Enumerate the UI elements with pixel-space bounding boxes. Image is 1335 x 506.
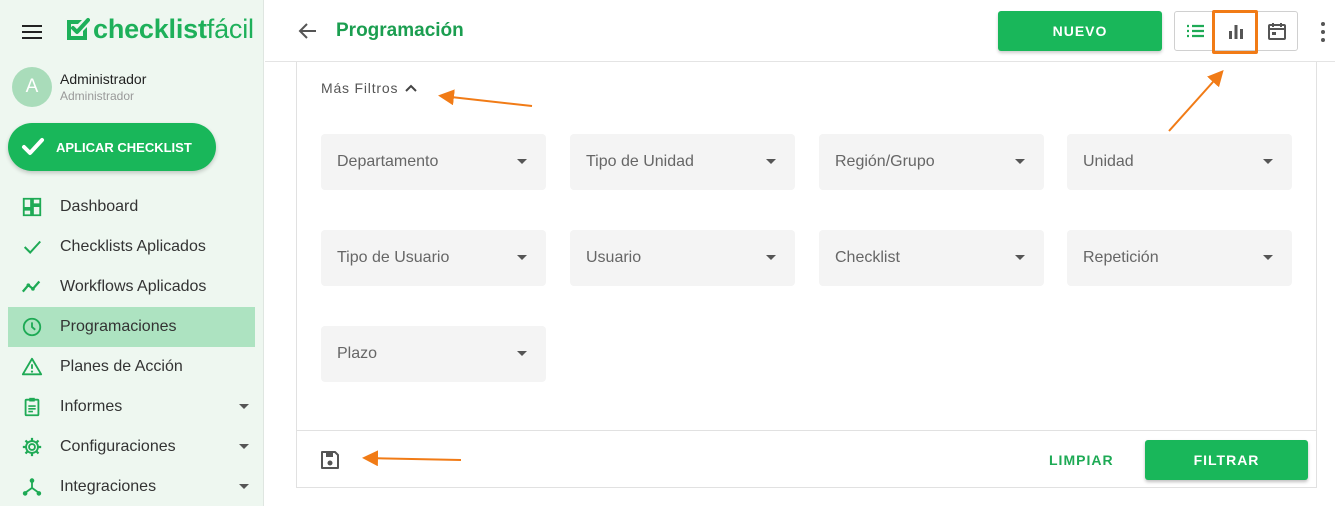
dropdown-arrow-icon [1015,255,1025,260]
field-placeholder: Región/Grupo [835,153,935,170]
warning-icon [20,355,44,379]
sidebar-item-label: Workflows Aplicados [60,278,207,295]
more-options-icon[interactable] [1315,22,1331,42]
sidebar-item-checklists[interactable]: Checklists Aplicados [8,227,255,267]
apply-checklist-button[interactable]: APLICAR CHECKLIST [8,123,216,171]
brand-name-thin: fácil [206,14,254,44]
more-filters-label: Más Filtros [321,80,399,96]
user-name: Administrador [60,71,147,87]
sidebar-item-workflows[interactable]: Workflows Aplicados [8,267,255,307]
brand-name-bold: checklist [93,14,207,44]
sidebar: checklistfácil A Administrador Administr… [0,0,264,506]
dropdown-arrow-icon [517,351,527,356]
logo-check-icon [67,17,90,40]
sidebar-item-label: Informes [60,398,123,415]
dropdown-arrow-icon [517,255,527,260]
field-placeholder: Tipo de Usuario [337,249,450,266]
sidebar-item-label: Integraciones [60,478,157,495]
brand-logo[interactable]: checklistfácil [64,14,254,45]
field-placeholder: Usuario [586,249,642,266]
dropdown-arrow-icon [1263,255,1273,260]
dashboard-icon [20,195,44,219]
field-placeholder: Tipo de Unidad [586,153,694,170]
dropdown-arrow-icon [766,255,776,260]
clock-icon [20,315,44,339]
page-title: Programación [336,20,464,41]
field-placeholder: Plazo [337,345,378,362]
tipo-usuario-select[interactable]: Tipo de Usuario [321,230,546,286]
chevron-up-icon [405,84,417,92]
checkmark-icon [22,138,44,155]
list-view-button[interactable] [1175,12,1216,50]
calendar-view-button[interactable] [1256,12,1297,50]
chevron-down-icon[interactable] [239,484,249,489]
sidebar-item-label: Checklists Aplicados [60,238,206,255]
dropdown-arrow-icon [766,159,776,164]
sidebar-item-label: Programaciones [60,318,177,335]
brand-name: checklistfácil [93,14,254,45]
plazo-select[interactable]: Plazo [321,326,546,382]
sidebar-item-label: Configuraciones [60,438,176,455]
field-placeholder: Unidad [1083,153,1134,170]
filter-panel: Más Filtros Departamento Tipo de Unidad … [296,62,1317,488]
new-button[interactable]: NUEVO [998,11,1162,51]
more-filters-toggle[interactable]: Más Filtros [321,80,419,96]
sidebar-item-planes[interactable]: Planes de Acción [8,347,255,387]
departamento-select[interactable]: Departamento [321,134,546,190]
sidebar-item-programaciones[interactable]: Programaciones [8,307,255,347]
usuario-select[interactable]: Usuario [570,230,795,286]
sidebar-nav: Dashboard Checklists Aplicados Workflows… [8,187,255,506]
field-placeholder: Departamento [337,153,439,170]
sidebar-item-dashboard[interactable]: Dashboard [8,187,255,227]
field-placeholder: Repetición [1083,249,1159,266]
sidebar-item-configuraciones[interactable]: Configuraciones [8,427,255,467]
sidebar-item-integraciones[interactable]: Integraciones [8,467,255,506]
sidebar-item-informes[interactable]: Informes [8,387,255,427]
sidebar-item-label: Dashboard [60,198,139,215]
gear-icon [20,435,44,459]
back-arrow-icon[interactable] [297,20,319,42]
list-view-icon [1187,24,1205,38]
field-placeholder: Checklist [835,249,900,266]
calendar-icon [1267,23,1286,40]
top-header: Programación NUEVO [265,0,1335,62]
save-icon[interactable] [319,449,341,471]
dropdown-arrow-icon [1263,159,1273,164]
dropdown-arrow-icon [1015,159,1025,164]
clipboard-icon [20,395,44,419]
avatar: A [12,67,52,107]
user-profile[interactable]: A Administrador Administrador [12,67,146,107]
chevron-down-icon[interactable] [239,444,249,449]
dropdown-arrow-icon [517,159,527,164]
checklist-select[interactable]: Checklist [819,230,1044,286]
chevron-down-icon[interactable] [239,404,249,409]
scrollbar[interactable] [1325,62,1335,506]
region-grupo-select[interactable]: Región/Grupo [819,134,1044,190]
clear-button[interactable]: LIMPIAR [1049,452,1114,468]
sidebar-item-label: Planes de Acción [60,358,183,375]
unidad-select[interactable]: Unidad [1067,134,1292,190]
hub-icon [20,475,44,499]
tipo-unidad-select[interactable]: Tipo de Unidad [570,134,795,190]
filter-footer: LIMPIAR FILTRAR [297,430,1316,488]
repeticion-select[interactable]: Repetición [1067,230,1292,286]
annotation-highlight-box [1212,10,1258,54]
check-icon [20,235,44,259]
hamburger-menu-icon[interactable] [22,25,42,41]
trend-icon [20,275,44,299]
apply-checklist-label: APLICAR CHECKLIST [56,139,192,155]
user-role: Administrador [60,89,135,103]
filter-button[interactable]: FILTRAR [1145,440,1308,480]
user-info: Administrador Administrador [60,71,146,103]
